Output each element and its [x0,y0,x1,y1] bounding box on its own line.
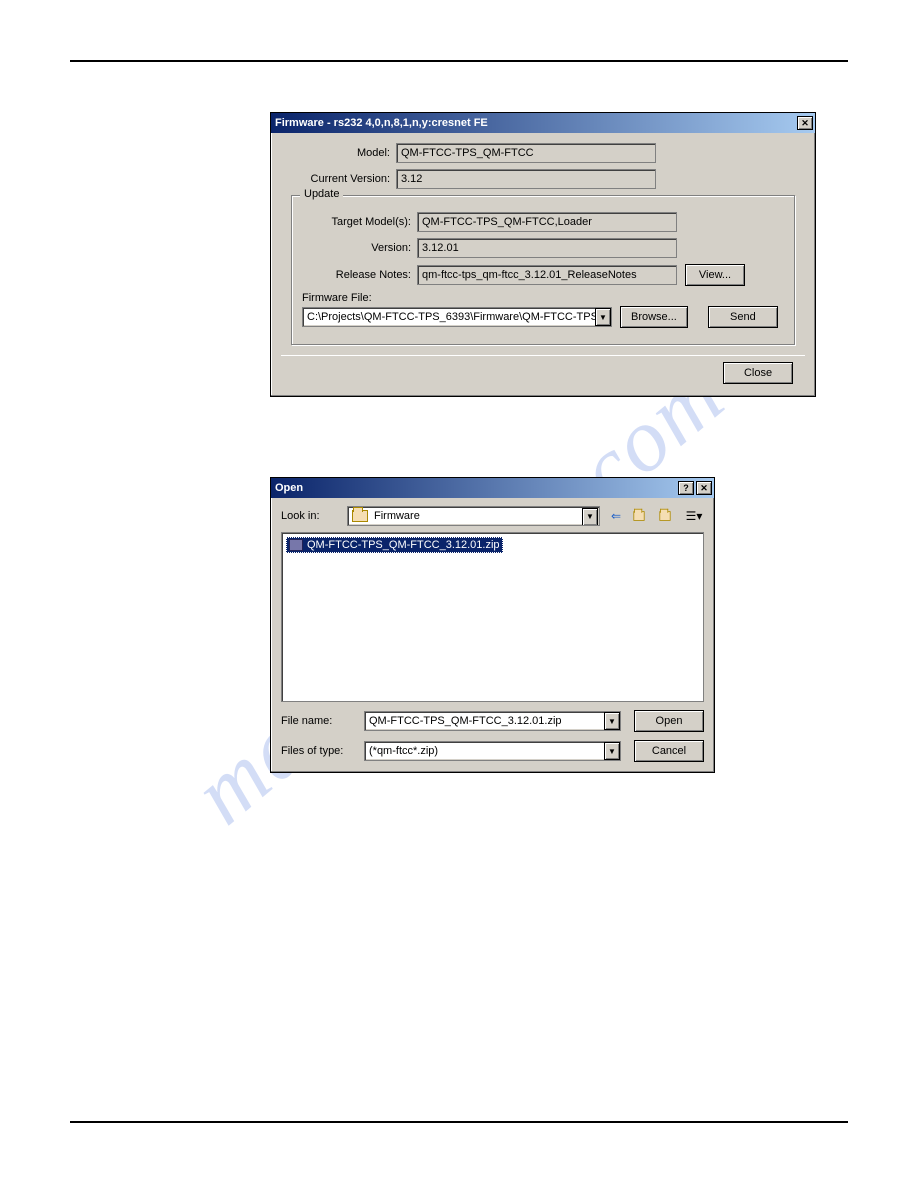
version-label: Version: [302,242,417,254]
chevron-down-icon[interactable]: ▼ [595,308,611,326]
model-label: Model: [281,147,396,159]
lookin-label: Look in: [281,510,341,522]
update-groupbox: Update Target Model(s): QM-FTCC-TPS_QM-F… [291,195,795,345]
lookin-combo[interactable]: Firmware ▼ [347,506,600,526]
current-version-field: 3.12 [396,169,656,189]
new-folder-icon[interactable] [658,506,678,526]
firmware-file-label: Firmware File: [302,292,784,304]
close-icon[interactable]: ✕ [696,481,712,495]
firmware-file-combo[interactable]: C:\Projects\QM-FTCC-TPS_6393\Firmware\QM… [302,307,612,327]
firmware-dialog: Firmware - rs232 4,0,n,8,1,n,y:cresnet F… [270,112,816,397]
open-dialog: Open ? ✕ Look in: Firmware ▼ ⇐ [270,477,715,773]
release-notes-label: Release Notes: [302,269,417,281]
list-item[interactable]: QM-FTCC-TPS_QM-FTCC_3.12.01.zip [286,537,503,553]
filename-field[interactable]: QM-FTCC-TPS_QM-FTCC_3.12.01.zip [364,711,621,731]
page-rule-bottom [70,1121,848,1123]
update-legend: Update [300,188,343,200]
file-list[interactable]: QM-FTCC-TPS_QM-FTCC_3.12.01.zip [281,532,704,702]
close-icon[interactable]: ✕ [797,116,813,130]
current-version-label: Current Version: [281,173,396,185]
view-button[interactable]: View... [685,264,745,286]
chevron-down-icon[interactable]: ▼ [582,508,598,526]
filetype-combo[interactable]: (*qm-ftcc*.zip) [364,741,621,761]
zip-icon [289,539,303,551]
chevron-down-icon[interactable]: ▼ [604,742,620,760]
release-notes-field: qm-ftcc-tps_qm-ftcc_3.12.01_ReleaseNotes [417,265,677,285]
back-icon[interactable]: ⇐ [606,506,626,526]
lookin-value: Firmware [374,509,420,523]
filetype-label: Files of type: [281,745,356,757]
chevron-down-icon[interactable]: ▼ [604,712,620,730]
close-button[interactable]: Close [723,362,793,384]
filename-label: File name: [281,715,356,727]
target-models-label: Target Model(s): [302,216,417,228]
help-icon[interactable]: ? [678,481,694,495]
up-folder-icon[interactable] [632,506,652,526]
firmware-title: Firmware - rs232 4,0,n,8,1,n,y:cresnet F… [275,117,488,129]
view-menu-icon[interactable]: ☰▾ [684,506,704,526]
version-field: 3.12.01 [417,238,677,258]
firmware-titlebar[interactable]: Firmware - rs232 4,0,n,8,1,n,y:cresnet F… [271,113,815,133]
open-button[interactable]: Open [634,710,704,732]
send-button[interactable]: Send [708,306,778,328]
cancel-button[interactable]: Cancel [634,740,704,762]
browse-button[interactable]: Browse... [620,306,688,328]
folder-icon [352,510,368,522]
page-rule-top [70,60,848,62]
selected-file-name: QM-FTCC-TPS_QM-FTCC_3.12.01.zip [307,539,500,551]
open-titlebar[interactable]: Open ? ✕ [271,478,714,498]
model-field: QM-FTCC-TPS_QM-FTCC [396,143,656,163]
open-title: Open [275,482,303,494]
target-models-field: QM-FTCC-TPS_QM-FTCC,Loader [417,212,677,232]
